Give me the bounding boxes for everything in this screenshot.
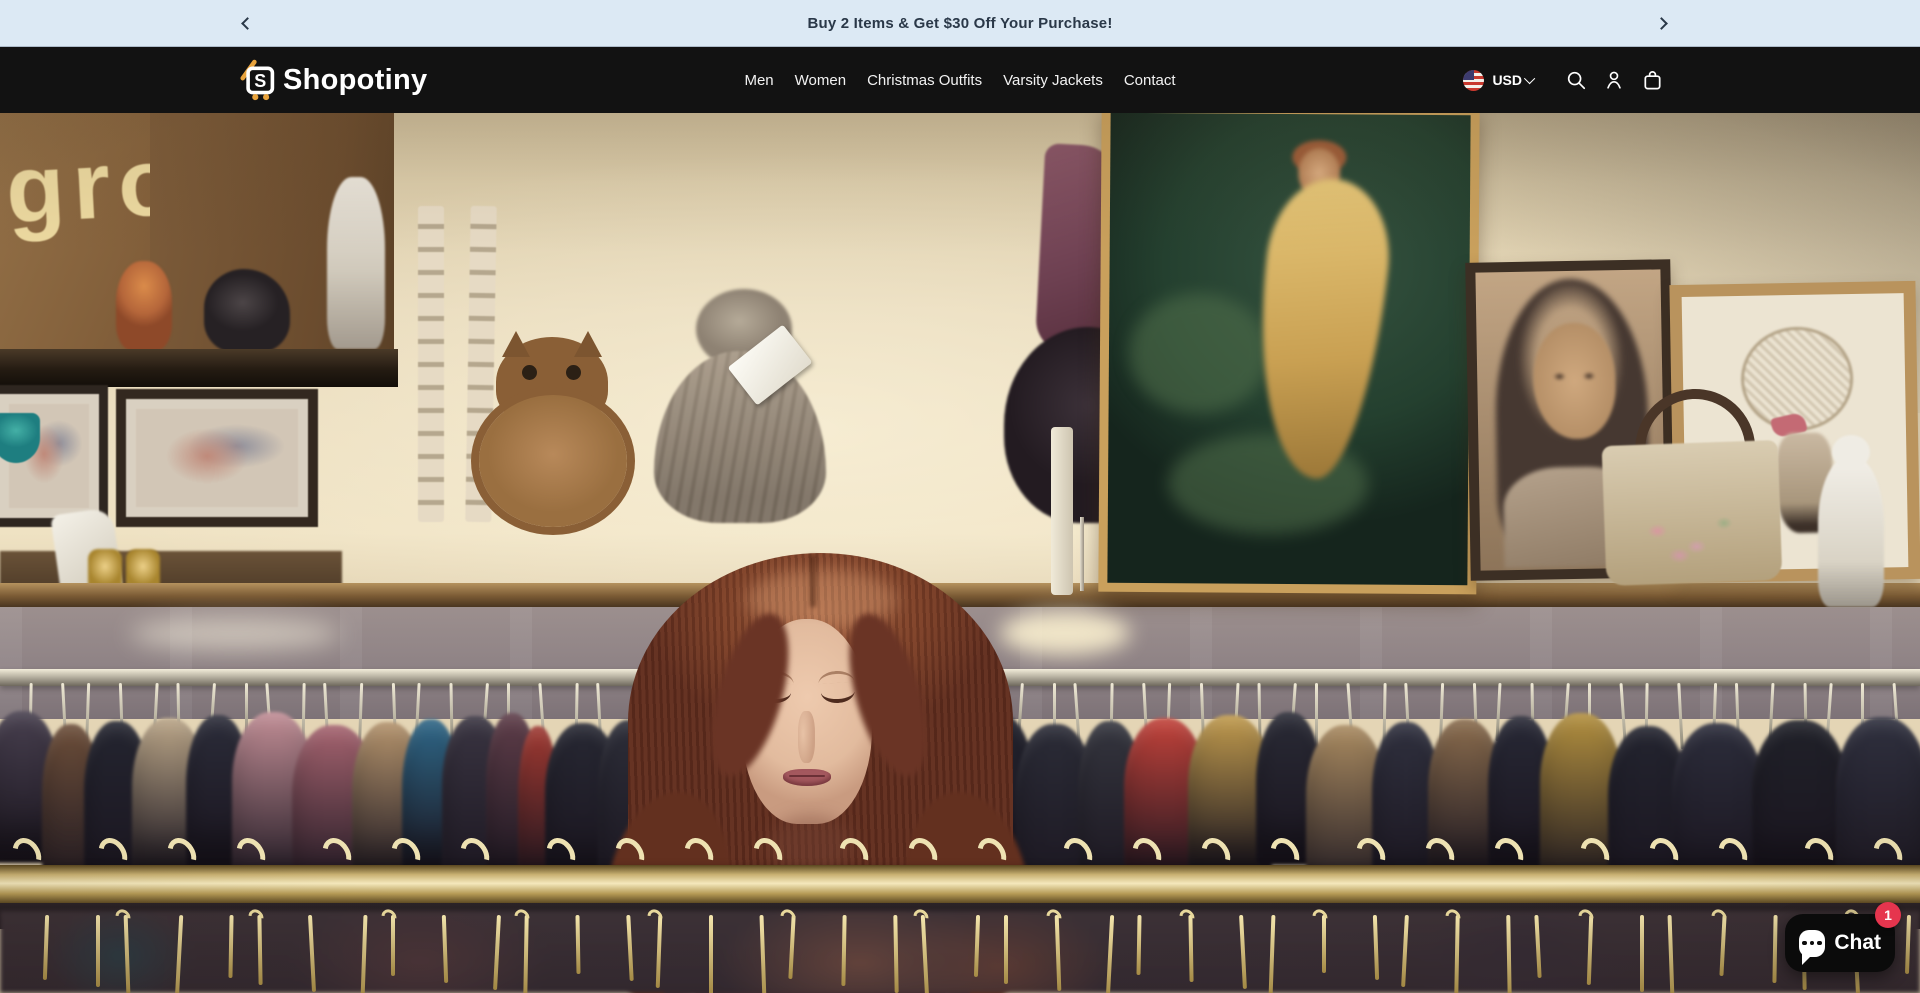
brass-rail (0, 865, 1920, 905)
nav-item-contact[interactable]: Contact (1124, 72, 1176, 89)
site-header: S Shopotiny MenWomenChristmas OutfitsVar… (0, 47, 1920, 113)
account-icon (1603, 69, 1625, 91)
foreground-clothes (0, 911, 1920, 993)
chevron-down-icon (1524, 73, 1535, 84)
chat-label: Chat (1834, 931, 1881, 955)
nav-item-men[interactable]: Men (744, 72, 773, 89)
chat-unread-badge: 1 (1875, 902, 1901, 928)
woman-closed-eye (821, 688, 856, 704)
announcement-bar: Buy 2 Items & Get $30 Off Your Purchase! (0, 0, 1920, 47)
woman-hair-part (810, 555, 816, 607)
cart-button[interactable] (1633, 61, 1671, 99)
nav-item-christmas-outfits[interactable]: Christmas Outfits (867, 72, 982, 89)
chevron-right-icon (1655, 17, 1668, 30)
woman-lips (783, 769, 831, 786)
hanger-stem (1004, 915, 1008, 984)
us-flag-icon (1463, 70, 1484, 91)
announcement-text: Buy 2 Items & Get $30 Off Your Purchase! (807, 15, 1112, 32)
hanger-stem (1640, 915, 1644, 992)
search-button[interactable] (1557, 61, 1595, 99)
clothing-item (1752, 720, 1848, 877)
header-controls: USD (1463, 47, 1671, 113)
cart-icon (1641, 69, 1664, 92)
woman-eyebrow (818, 670, 855, 684)
nav-item-women[interactable]: Women (795, 72, 846, 89)
chat-widget-button[interactable]: Chat 1 (1785, 914, 1895, 972)
hanger-stem (96, 915, 100, 987)
hanger-stem (709, 915, 713, 993)
chat-bubble-icon (1799, 930, 1825, 957)
nav-item-varsity-jackets[interactable]: Varsity Jackets (1003, 72, 1103, 89)
announcement-next-button[interactable] (1646, 8, 1676, 38)
woman-nose (798, 711, 815, 763)
search-icon (1565, 69, 1587, 91)
chevron-left-icon (241, 17, 254, 30)
currency-code: USD (1492, 72, 1522, 88)
hero-image: gro (0, 113, 1920, 993)
account-button[interactable] (1595, 61, 1633, 99)
currency-selector[interactable]: USD (1463, 70, 1557, 91)
announcement-prev-button[interactable] (232, 8, 262, 38)
